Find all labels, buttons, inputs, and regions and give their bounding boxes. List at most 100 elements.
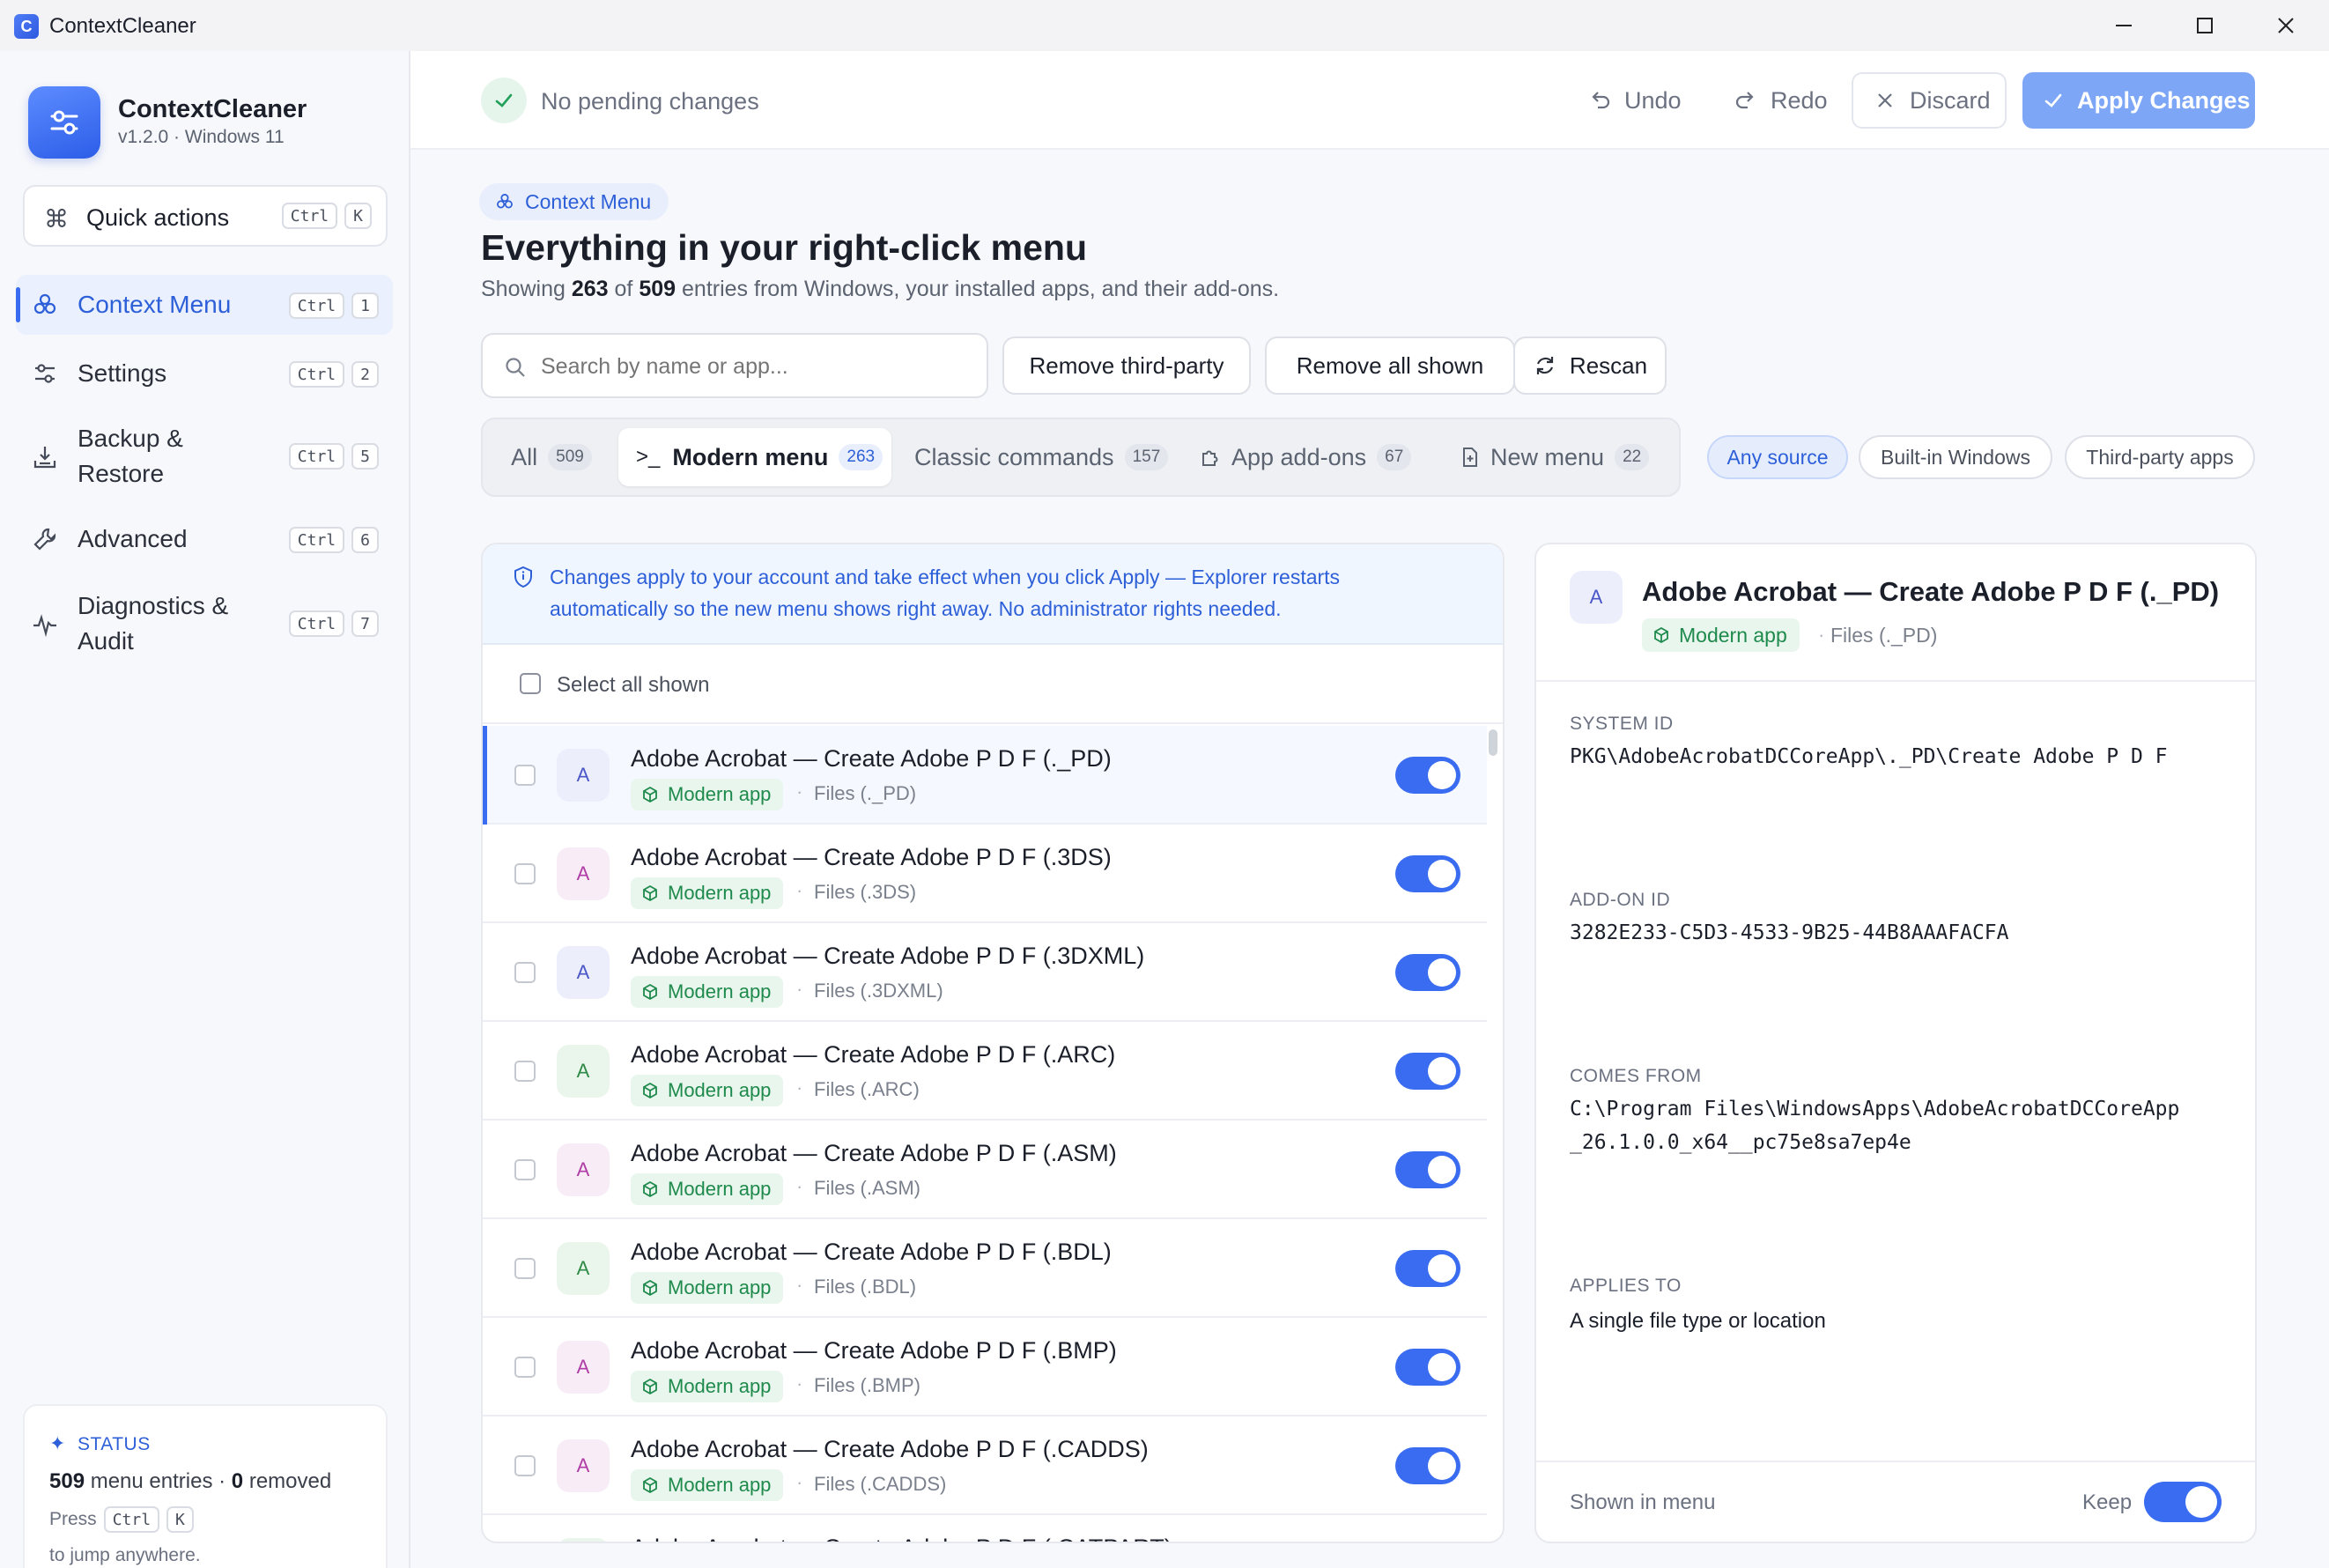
- row-checkbox[interactable]: [514, 765, 536, 786]
- list-item[interactable]: A Adobe Acrobat — Create Adobe P D F (._P…: [483, 726, 1487, 825]
- redo-icon: [1735, 92, 1754, 109]
- tab-count: 509: [548, 444, 592, 470]
- sidebar-item-label: Advanced: [78, 525, 188, 552]
- list-item[interactable]: A Adobe Acrobat — Create Adobe P D F (.AR…: [483, 1022, 1487, 1121]
- redo-button[interactable]: Redo: [1714, 72, 1837, 129]
- command-icon: ⌘: [44, 205, 69, 233]
- banner-text-line1: Changes apply to your account and take e…: [550, 566, 1341, 588]
- backup-icon: [33, 447, 56, 469]
- sidebar-item-settings[interactable]: Settings Ctrl 2: [16, 344, 393, 403]
- remove-all-shown-button[interactable]: Remove all shown: [1265, 337, 1515, 395]
- minimize-button[interactable]: [2084, 0, 2163, 51]
- applies-to-value: A single file type or location: [1570, 1309, 1826, 1333]
- check-status-icon: [481, 78, 527, 123]
- sliders-logo-icon: [50, 110, 78, 135]
- row-checkbox[interactable]: [514, 1159, 536, 1180]
- filter-built-in-windows[interactable]: Built-in Windows: [1859, 435, 2052, 479]
- shortcut: Ctrl 1: [282, 292, 379, 319]
- badge-label: Modern app: [668, 1474, 772, 1496]
- context-menu-icon: [497, 194, 513, 209]
- row-checkbox[interactable]: [514, 1455, 536, 1476]
- row-checkbox[interactable]: [514, 1258, 536, 1279]
- keep-label: Keep: [2082, 1490, 2133, 1514]
- maximize-icon: [2197, 18, 2213, 33]
- close-window-button[interactable]: [2246, 0, 2325, 51]
- sidebar-item-diagnostics-audit[interactable]: Diagnostics & Audit Ctrl 7: [16, 580, 393, 668]
- entry-title: Adobe Acrobat — Create Adobe P D F (.CAT…: [631, 1535, 1172, 1542]
- search-box[interactable]: [481, 333, 988, 398]
- sidebar-item-backup-restore[interactable]: Backup & Restore Ctrl 5: [16, 412, 393, 500]
- discard-button[interactable]: Discard: [1852, 72, 2007, 129]
- sliders-icon: [35, 364, 55, 383]
- avatar: A: [557, 1341, 610, 1394]
- keep-toggle[interactable]: [2144, 1482, 2222, 1522]
- badge-label: Modern app: [668, 1375, 772, 1397]
- pulse-icon: [33, 614, 56, 638]
- list-item[interactable]: A Adobe Acrobat — Create Adobe P D F (.CA…: [483, 1416, 1487, 1515]
- kbd-key: 5: [351, 443, 379, 470]
- tab-all[interactable]: All 509: [493, 428, 610, 486]
- entry-toggle[interactable]: [1395, 1053, 1460, 1090]
- sidebar-item-advanced[interactable]: Advanced Ctrl 6: [16, 509, 393, 569]
- entry-toggle[interactable]: [1395, 1250, 1460, 1287]
- entry-toggle[interactable]: [1395, 1349, 1460, 1386]
- row-checkbox[interactable]: [514, 962, 536, 983]
- scrollbar-thumb[interactable]: [1489, 729, 1497, 756]
- list-item[interactable]: A Adobe Acrobat — Create Adobe P D F (.3D…: [483, 923, 1487, 1022]
- system-id-label: SYSTEM ID: [1570, 714, 1674, 734]
- quick-actions-button[interactable]: ⌘ Quick actions Ctrl K: [23, 185, 388, 247]
- list-item[interactable]: A Adobe Acrobat — Create Adobe P D F (.BM…: [483, 1318, 1487, 1416]
- badge-label: Modern app: [668, 1079, 772, 1101]
- avatar: A: [557, 946, 610, 999]
- subtitle-text: Showing: [481, 277, 566, 301]
- row-checkbox[interactable]: [514, 1357, 536, 1378]
- entry-meta: Files (.BDL): [814, 1276, 917, 1298]
- list-item[interactable]: A Adobe Acrobat — Create Adobe P D F (.CA…: [483, 1515, 1487, 1542]
- row-checkbox[interactable]: [514, 863, 536, 884]
- entry-toggle[interactable]: [1395, 954, 1460, 991]
- kbd-key: 2: [351, 361, 379, 388]
- status-summary: 509 menu entries · 0 removed: [49, 1469, 331, 1494]
- apply-changes-button[interactable]: Apply Changes: [2022, 72, 2255, 129]
- entry-title: Adobe Acrobat — Create Adobe P D F (.ARC…: [631, 1041, 1116, 1068]
- maximize-button[interactable]: [2165, 0, 2244, 51]
- list-item[interactable]: A Adobe Acrobat — Create Adobe P D F (.BD…: [483, 1219, 1487, 1318]
- detail-panel: A Adobe Acrobat — Create Adobe P D F (._…: [1534, 543, 2257, 1543]
- comes-from-value-line1: C:\Program Files\WindowsApps\AdobeAcroba…: [1570, 1098, 2180, 1121]
- avatar: A: [557, 1439, 610, 1492]
- app-icon: C: [14, 14, 39, 39]
- entry-toggle[interactable]: [1395, 757, 1460, 794]
- search-input[interactable]: [541, 349, 964, 384]
- shown-in-menu-label: Shown in menu: [1570, 1490, 1716, 1514]
- separator-dot: ·: [1818, 624, 1825, 646]
- tab-app-add-ons[interactable]: App add-ons 67: [1187, 428, 1443, 486]
- detail-footer: Shown in menu Keep: [1536, 1461, 2255, 1542]
- refresh-icon: [1536, 357, 1554, 374]
- list-item[interactable]: A Adobe Acrobat — Create Adobe P D F (.3D…: [483, 825, 1487, 923]
- tab-new-menu[interactable]: New menu 22: [1448, 428, 1668, 486]
- tab-classic-commands[interactable]: Classic commands 157: [909, 428, 1173, 486]
- rescan-button[interactable]: Rescan: [1513, 337, 1667, 395]
- list-item[interactable]: A Adobe Acrobat — Create Adobe P D F (.AS…: [483, 1121, 1487, 1219]
- toggle-knob: [1428, 1156, 1456, 1184]
- kbd-key: Ctrl: [288, 292, 345, 319]
- select-all-label: Select all shown: [557, 673, 710, 697]
- tab-modern-menu[interactable]: >_ Modern menu 263: [618, 428, 891, 486]
- sidebar-item-context-menu[interactable]: Context Menu Ctrl 1: [16, 275, 393, 335]
- select-all-checkbox[interactable]: [520, 673, 541, 694]
- filter-any-source[interactable]: Any source: [1707, 435, 1848, 479]
- row-checkbox[interactable]: [514, 1061, 536, 1082]
- filter-third-party-apps[interactable]: Third-party apps: [2065, 435, 2255, 479]
- remove-third-party-button[interactable]: Remove third-party: [1002, 337, 1251, 395]
- entry-toggle[interactable]: [1395, 855, 1460, 892]
- entry-meta: Files (.CADDS): [814, 1473, 947, 1495]
- sidebar-item-label: Settings: [78, 359, 167, 387]
- comes-from-value-line2: _26.1.0.0_x64__pc75e8sa7ep4e: [1570, 1131, 1911, 1154]
- undo-button[interactable]: Undo: [1568, 72, 1691, 129]
- entries-list-panel: Changes apply to your account and take e…: [481, 543, 1505, 1543]
- kbd-key: Ctrl: [288, 527, 345, 553]
- entry-toggle[interactable]: [1395, 1151, 1460, 1188]
- select-all-row: Select all shown: [483, 645, 1503, 724]
- shield-info-icon: [514, 566, 532, 588]
- entry-toggle[interactable]: [1395, 1447, 1460, 1484]
